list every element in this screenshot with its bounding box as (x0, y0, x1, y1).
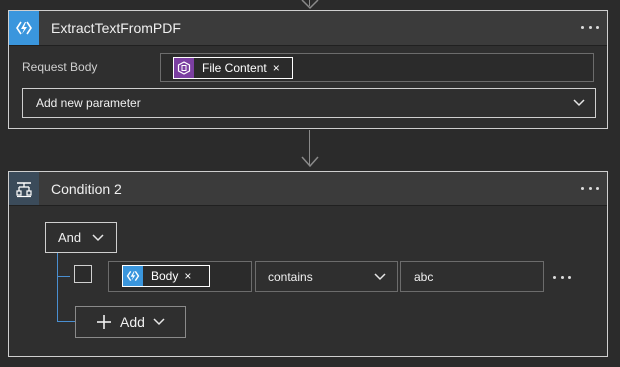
add-condition-button[interactable]: Add (75, 306, 186, 338)
top-connector-arrow (301, 0, 319, 10)
action-card-title: ExtractTextFromPDF (51, 20, 181, 36)
azure-function-icon (123, 266, 143, 286)
chevron-down-icon (374, 272, 386, 280)
request-body-input[interactable]: File Content × (160, 53, 594, 82)
add-new-parameter-label: Add new parameter (36, 96, 141, 110)
add-condition-label: Add (120, 314, 145, 330)
condition-card: Condition 2 And Body × contains abc Add (8, 171, 608, 357)
plus-icon (97, 315, 111, 329)
azure-function-icon (9, 11, 39, 45)
file-content-token-label: File Content (202, 61, 267, 75)
chevron-down-icon (153, 318, 165, 326)
tree-line-branch-add (57, 321, 75, 322)
file-content-token[interactable]: File Content × (173, 57, 293, 79)
condition-value-input[interactable]: abc (400, 261, 544, 292)
chevron-down-icon (573, 99, 585, 107)
condition-operator-label: contains (268, 269, 313, 284)
body-token-remove[interactable]: × (184, 269, 191, 283)
request-body-label: Request Body (22, 60, 98, 74)
file-content-icon (174, 58, 194, 78)
body-token-label: Body (151, 269, 179, 283)
condition-value-text: abc (414, 269, 434, 284)
condition-left-operand-input[interactable]: Body × (108, 261, 252, 292)
condition-row-checkbox[interactable] (74, 265, 92, 283)
condition-card-title: Condition 2 (51, 180, 122, 197)
condition-icon (9, 172, 39, 205)
tree-line-branch-row (57, 276, 70, 277)
tree-line-vertical (57, 253, 58, 321)
chevron-down-icon (92, 233, 104, 241)
middle-connector-arrow (301, 156, 319, 168)
add-new-parameter-dropdown[interactable]: Add new parameter (22, 88, 596, 118)
condition-operator-dropdown[interactable]: contains (255, 261, 398, 292)
action-card-extract-text: ExtractTextFromPDF Request Body File Con… (8, 10, 608, 129)
body-token[interactable]: Body × (122, 265, 210, 287)
condition-row-more-icon[interactable] (553, 269, 571, 285)
action-card-more-icon[interactable] (581, 19, 599, 35)
action-card-header[interactable]: ExtractTextFromPDF (9, 11, 607, 46)
condition-card-more-icon[interactable] (581, 180, 599, 196)
condition-card-header[interactable]: Condition 2 (9, 172, 607, 206)
group-operator-label: And (58, 230, 82, 245)
group-operator-dropdown[interactable]: And (45, 222, 117, 253)
file-content-token-remove[interactable]: × (273, 61, 280, 75)
